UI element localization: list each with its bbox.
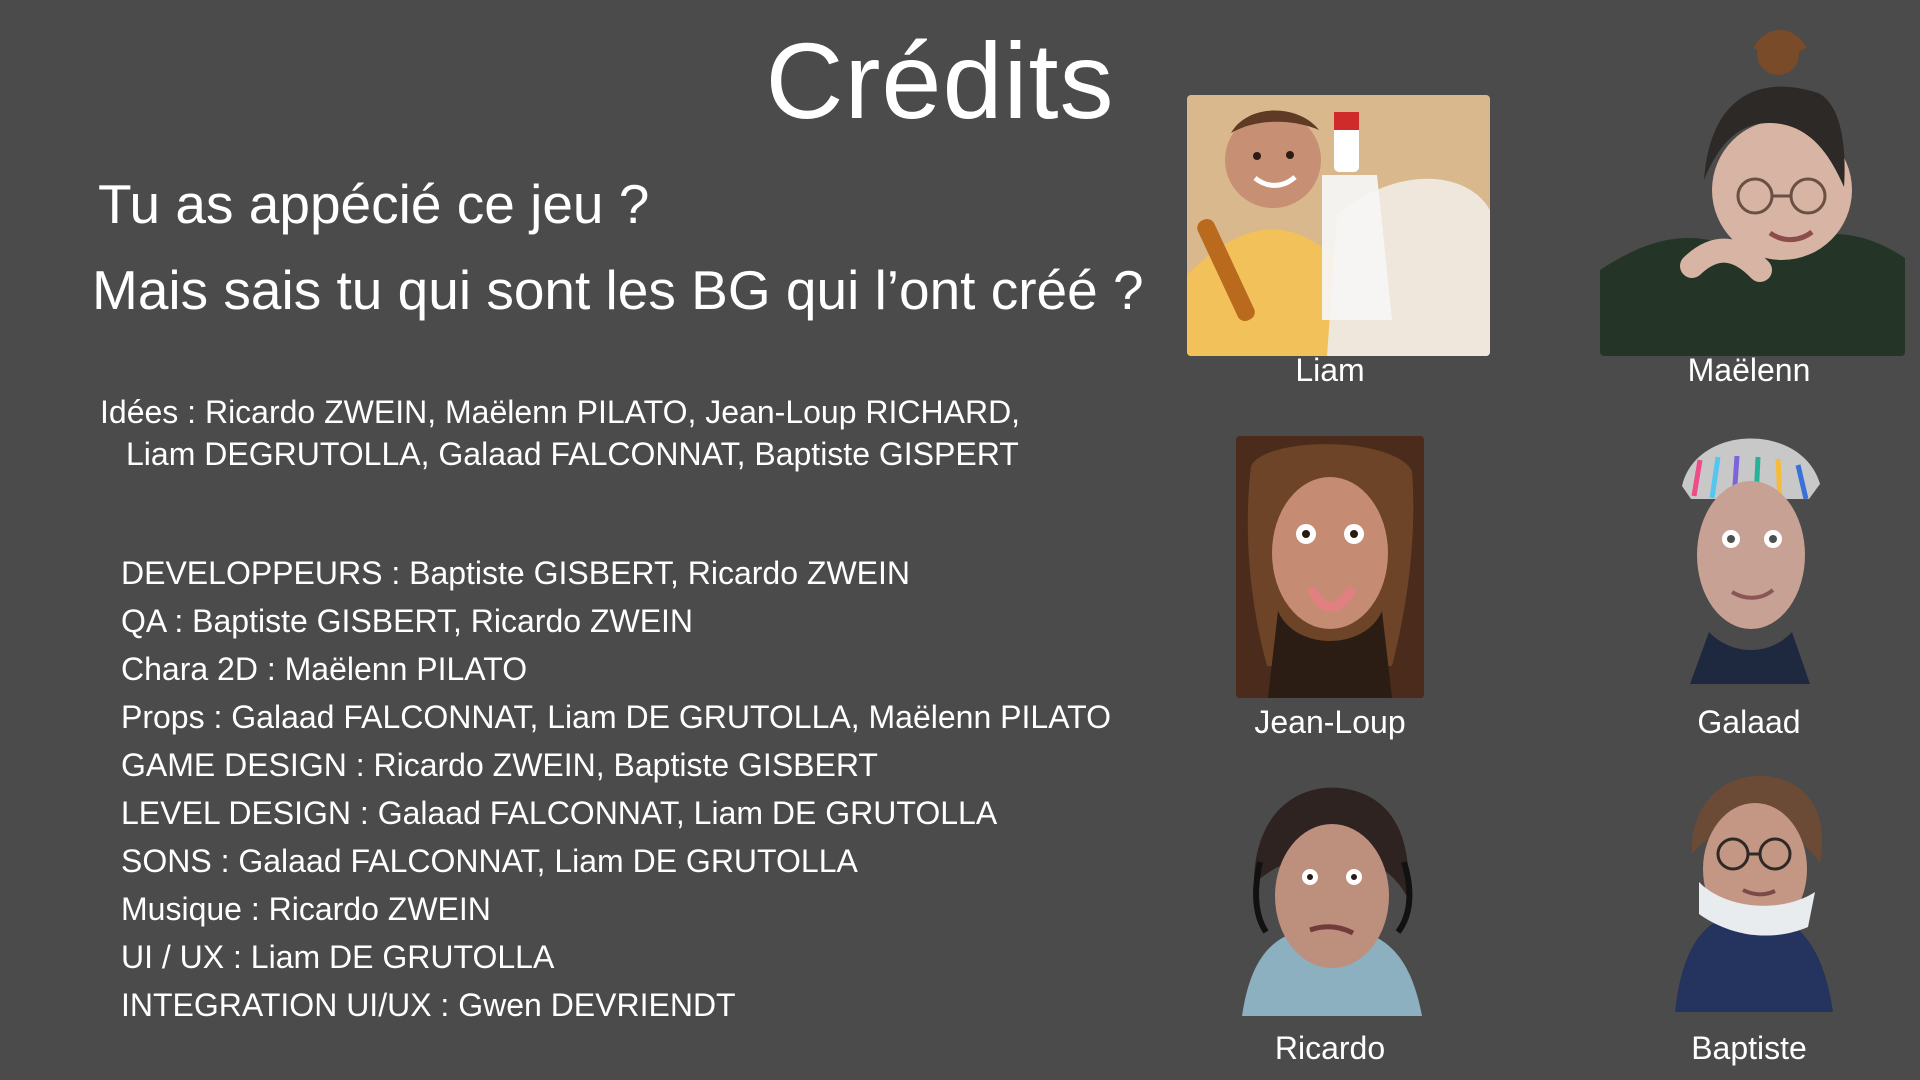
person-name: Ricardo <box>1274 1030 1386 1066</box>
ideas-credits: Idées : Ricardo ZWEIN, Maëlenn PILATO, J… <box>100 391 1100 475</box>
credit-line: LEVEL DESIGN : Galaad FALCONNAT, Liam DE… <box>121 795 998 831</box>
credit-line: Chara 2D : Maëlenn PILATO <box>121 651 528 687</box>
person-name: Galaad <box>1697 704 1801 740</box>
credit-line: SONS : Galaad FALCONNAT, Liam DE GRUTOLL… <box>121 843 858 879</box>
jean-loup-photo <box>1236 436 1424 698</box>
person-name: Jean-Loup <box>1254 704 1406 740</box>
person-name: Maëlenn <box>1687 352 1811 388</box>
ideas-line: Liam DEGRUTOLLA, Galaad FALCONNAT, Bapti… <box>126 436 1019 472</box>
galaad-photo <box>1674 412 1826 684</box>
credit-line: Props : Galaad FALCONNAT, Liam DE GRUTOL… <box>121 699 1112 735</box>
credit-line: UI / UX : Liam DE GRUTOLLA <box>121 939 555 975</box>
baptiste-photo <box>1657 764 1839 1012</box>
intro-question: Tu as appécié ce jeu ? <box>98 173 650 235</box>
page-title: Crédits <box>765 20 1115 141</box>
maelenn-photo <box>1600 20 1905 356</box>
credit-line: Musique : Ricardo ZWEIN <box>121 891 491 927</box>
intro-subquestion: Mais sais tu qui sont les BG qui l’ont c… <box>92 259 1144 321</box>
liam-photo <box>1187 95 1490 356</box>
credits-list: DEVELOPPEURS : Baptiste GISBERT, Ricardo… <box>121 552 1121 1032</box>
credit-line: DEVELOPPEURS : Baptiste GISBERT, Ricardo… <box>121 555 910 591</box>
credit-line: GAME DESIGN : Ricardo ZWEIN, Baptiste GI… <box>121 747 878 783</box>
ideas-line: Idées : Ricardo ZWEIN, Maëlenn PILATO, J… <box>100 394 1021 430</box>
ricardo-photo <box>1228 778 1432 1018</box>
person-name: Baptiste <box>1691 1030 1807 1066</box>
person-name: Liam <box>1295 352 1365 388</box>
credit-line: QA : Baptiste GISBERT, Ricardo ZWEIN <box>121 603 694 639</box>
credit-line: INTEGRATION UI/UX : Gwen DEVRIENDT <box>121 987 736 1023</box>
